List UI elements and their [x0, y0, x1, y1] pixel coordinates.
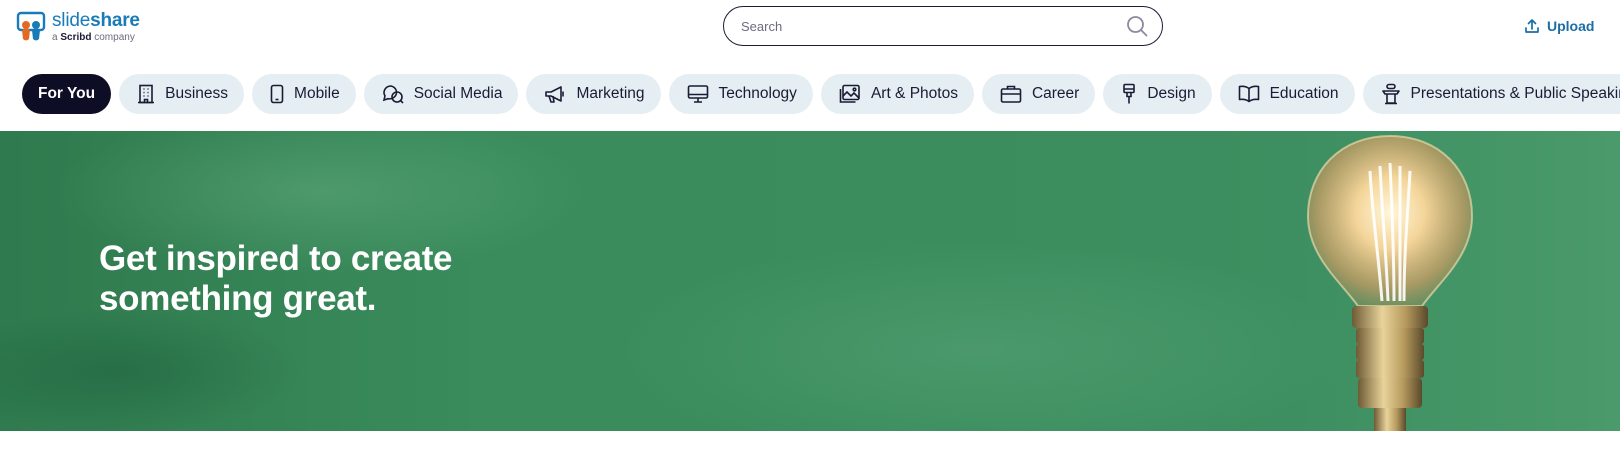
category-label: For You	[38, 85, 96, 102]
category-label: Marketing	[576, 85, 645, 102]
image-icon	[839, 84, 860, 103]
upload-icon	[1525, 19, 1539, 33]
hero-title: Get inspired to create something great.	[99, 239, 453, 318]
category-design[interactable]: Design	[1103, 74, 1212, 114]
building-icon	[138, 84, 155, 104]
category-marketing[interactable]: Marketing	[526, 74, 661, 114]
logo-tagline: a Scribd company	[52, 32, 135, 43]
category-label: Art & Photos	[870, 85, 958, 102]
category-presentations[interactable]: Presentations & Public Speaking	[1362, 74, 1620, 114]
category-career[interactable]: Career	[981, 74, 1096, 114]
phone-icon	[270, 84, 284, 104]
podium-icon	[1381, 83, 1400, 105]
upload-label: Upload	[1547, 18, 1595, 34]
category-label: Presentations & Public Speaking	[1410, 85, 1620, 102]
category-label: Technology	[718, 85, 797, 102]
category-business[interactable]: Business	[119, 74, 245, 114]
category-social-media[interactable]: Social Media	[363, 74, 519, 114]
category-art-photos[interactable]: Art & Photos	[820, 74, 974, 114]
upload-button[interactable]: Upload	[1524, 16, 1594, 36]
hero-banner: Get inspired to create something great.	[0, 131, 1620, 431]
megaphone-icon	[545, 86, 565, 103]
monitor-icon	[687, 85, 708, 103]
category-technology[interactable]: Technology	[668, 74, 813, 114]
category-nav: For You Business Mobile Social Media Mar…	[22, 74, 1620, 114]
chat-bubbles-icon	[382, 85, 404, 104]
category-label: Social Media	[413, 85, 503, 102]
paint-brush-icon	[1123, 83, 1136, 104]
slideshare-logo[interactable]: slideshare a Scribd company	[16, 10, 140, 44]
category-label: Career	[1031, 85, 1080, 102]
category-education[interactable]: Education	[1219, 74, 1355, 114]
logo-wordmark: slideshare	[52, 10, 140, 31]
category-mobile[interactable]: Mobile	[252, 74, 356, 114]
briefcase-icon	[1000, 85, 1022, 103]
top-header: slideshare a Scribd company Upload	[0, 0, 1620, 58]
search-icon[interactable]	[1126, 15, 1148, 37]
search-input[interactable]	[741, 18, 1126, 34]
category-label: Business	[165, 85, 229, 102]
category-for-you[interactable]: For You	[22, 74, 112, 114]
search-bar[interactable]	[723, 6, 1163, 46]
open-book-icon	[1238, 85, 1259, 103]
category-label: Education	[1269, 85, 1339, 102]
category-label: Design	[1147, 85, 1196, 102]
light-bulb-image	[1306, 134, 1474, 431]
category-label: Mobile	[294, 85, 340, 102]
slideshare-logo-icon	[16, 11, 46, 41]
